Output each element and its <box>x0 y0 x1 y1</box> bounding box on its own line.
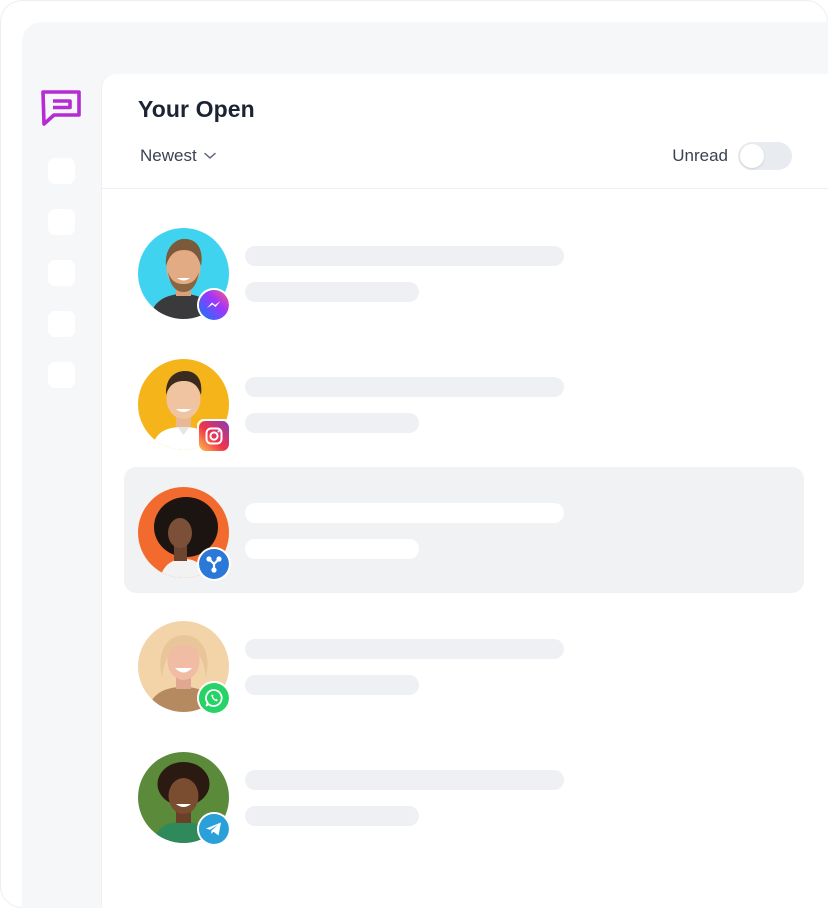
conversation-title-placeholder <box>245 639 564 659</box>
sort-dropdown[interactable]: Newest <box>140 145 216 167</box>
conversation-title-placeholder <box>245 503 564 523</box>
unread-filter: Unread <box>672 142 792 170</box>
whatsapp-icon <box>197 681 231 715</box>
sidebar-item-5[interactable] <box>48 362 75 388</box>
unread-label: Unread <box>672 146 728 165</box>
conversation-title-placeholder <box>245 377 564 397</box>
conversation-title-placeholder <box>245 770 564 790</box>
instagram-icon <box>197 419 231 453</box>
chevron-down-icon <box>203 152 216 159</box>
conversation-preview-placeholder <box>245 282 419 302</box>
unread-toggle[interactable] <box>738 142 792 170</box>
sidebar <box>22 22 102 908</box>
sort-label: Newest <box>140 146 197 165</box>
conversation-item[interactable] <box>124 603 804 729</box>
conversation-preview-placeholder <box>245 806 419 826</box>
sidebar-item-1[interactable] <box>48 158 75 184</box>
conversation-item[interactable] <box>124 210 804 336</box>
header-divider <box>102 188 828 189</box>
page-title: Your Open <box>138 96 255 122</box>
toggle-knob <box>740 144 764 168</box>
conversation-item[interactable] <box>124 341 804 467</box>
chat-bubble-logo-icon[interactable] <box>39 88 83 130</box>
conversation-item-active[interactable] <box>124 467 804 593</box>
conversation-list-panel: Your Open Newest Unread <box>102 74 828 908</box>
conversation-item[interactable] <box>124 734 804 860</box>
conversation-preview-placeholder <box>245 413 419 433</box>
conversation-preview-placeholder <box>245 675 419 695</box>
app-shell: Your Open Newest Unread <box>22 22 828 908</box>
conversation-preview-placeholder <box>245 539 419 559</box>
sidebar-item-4[interactable] <box>48 311 75 337</box>
connect-icon <box>197 547 231 581</box>
conversation-title-placeholder <box>245 246 564 266</box>
sidebar-item-3[interactable] <box>48 260 75 286</box>
telegram-icon <box>197 812 231 846</box>
messenger-icon <box>197 288 231 322</box>
sidebar-item-2[interactable] <box>48 209 75 235</box>
